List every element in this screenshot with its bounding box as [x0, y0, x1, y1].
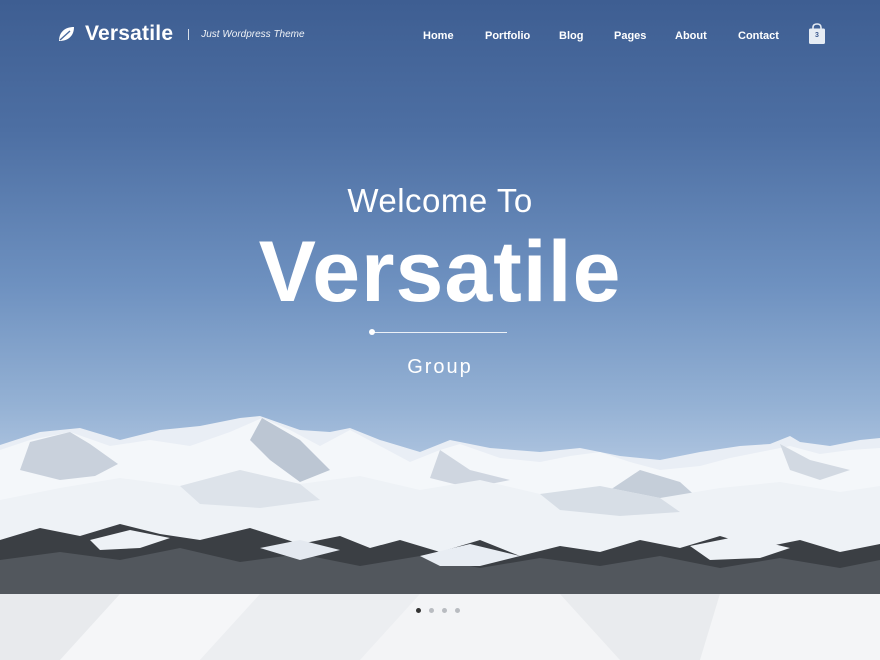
slider-dot-2[interactable]: [429, 608, 434, 613]
divider-line: [374, 331, 507, 333]
slider-footer-band: [0, 594, 880, 660]
brand-tagline: Just Wordpress Theme: [201, 28, 305, 40]
hero-section: Versatile Just Wordpress Theme Home Port…: [0, 0, 880, 594]
nav-item-pages[interactable]: Pages: [614, 30, 646, 42]
hero-title: Versatile: [258, 224, 622, 320]
hero-welcome-text: Welcome To: [347, 182, 533, 219]
slider-pagination: [416, 608, 468, 614]
logo-divider: [188, 28, 190, 40]
nav-item-about[interactable]: About: [675, 30, 707, 42]
cart-count-badge: 3: [815, 32, 819, 39]
hero-divider: [369, 328, 507, 336]
site-header: Versatile Just Wordpress Theme Home Port…: [0, 0, 880, 72]
slider-dot-4[interactable]: [455, 608, 460, 613]
hero-subtitle: Group: [407, 356, 473, 378]
polygon-pattern: [0, 594, 880, 660]
slider-dot-1[interactable]: [416, 608, 421, 613]
nav-item-portfolio[interactable]: Portfolio: [485, 30, 530, 42]
cart-button[interactable]: 3: [808, 23, 826, 45]
nav-item-home[interactable]: Home: [423, 30, 454, 42]
site-logo[interactable]: Versatile Just Wordpress Theme: [56, 22, 305, 46]
leaf-icon: [59, 27, 74, 41]
nav-item-blog[interactable]: Blog: [559, 30, 583, 42]
nav-item-contact[interactable]: Contact: [738, 30, 779, 42]
slider-dot-3[interactable]: [442, 608, 447, 613]
brand-name: Versatile: [85, 22, 174, 45]
